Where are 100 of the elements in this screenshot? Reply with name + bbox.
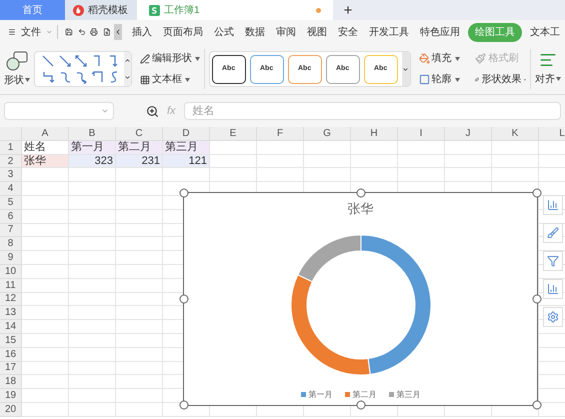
column-header[interactable]: A [22,127,69,141]
caret-icon[interactable] [25,78,30,82]
caret-icon[interactable] [184,78,190,82]
row-header[interactable]: 20 [0,402,22,417]
legend-label: 第一月 [308,388,332,400]
chart-tool-button[interactable] [543,279,563,299]
table-cell [445,140,492,155]
undo-icon[interactable] [78,26,86,38]
row-header[interactable]: 12 [0,292,22,306]
row-header[interactable]: 4 [0,182,22,196]
chart-tool-button[interactable] [543,195,563,215]
resize-handle[interactable] [532,294,542,304]
row-header[interactable]: 1 [0,140,22,155]
shape-button[interactable]: 形状 [4,50,30,88]
connector-icon[interactable] [41,70,55,84]
text-box-button[interactable]: 文本框 [140,72,200,87]
zoom-icon[interactable] [146,104,159,118]
chart-tool-button[interactable] [543,307,563,327]
caret-icon[interactable] [454,78,460,82]
chart-tool-button[interactable] [543,223,563,243]
dropdown-icon [101,107,109,115]
edit-shape-button[interactable]: 编辑形状 [140,51,200,66]
scroll-down-icon[interactable] [124,74,131,81]
table-cell [69,334,116,348]
row-header[interactable]: 6 [0,210,22,224]
connector-icon[interactable] [41,54,55,68]
resize-handle[interactable] [532,188,542,198]
row-header[interactable]: 2 [0,154,22,168]
scroll-up-icon[interactable] [124,57,131,64]
menu-tab[interactable]: 文本工 [525,24,565,40]
chart-tool-button[interactable] [543,251,563,271]
column-header[interactable]: B [69,127,116,141]
resize-handle[interactable] [356,400,365,410]
column-header[interactable]: D [163,127,210,141]
menu-tab[interactable]: 视图 [302,24,332,40]
align-label: 对齐 [535,72,562,87]
menu-tab[interactable]: 页面布局 [158,24,208,40]
fill-button[interactable]: 填充 [418,51,470,66]
table-cell [22,210,69,224]
row-header[interactable]: 3 [0,168,22,182]
column-header[interactable]: J [445,127,492,141]
column-header[interactable]: E [210,127,257,141]
row-header[interactable]: 19 [0,389,22,403]
square-icon [418,74,430,85]
column-header[interactable]: C [116,127,163,141]
column-header[interactable]: G [304,127,351,141]
more-icon[interactable] [402,66,410,72]
row-header[interactable]: 10 [0,264,22,279]
connector-icon[interactable] [58,54,72,68]
row-header[interactable]: 16 [0,348,22,362]
row-header[interactable]: 18 [0,375,22,390]
connector-gallery[interactable] [34,51,132,87]
save-icon[interactable] [64,26,73,38]
table-cell [22,292,69,306]
preview-icon[interactable] [103,26,112,38]
row-header[interactable]: 9 [0,251,22,265]
table-cell: 第二月 [116,140,163,155]
tab[interactable]: 工作簿1 [137,0,333,20]
menu-tab[interactable]: 开发工具 [364,24,414,40]
menu-tab[interactable]: 数据 [240,24,270,40]
row-header[interactable]: 13 [0,306,22,320]
table-cell [22,348,69,362]
resize-handle[interactable] [180,294,188,304]
menu-tab[interactable]: 公式 [209,24,240,40]
column-header[interactable]: L [539,127,565,141]
resize-handle[interactable] [532,400,542,410]
new-tab-button[interactable]: + [333,0,363,20]
column-header[interactable]: F [257,127,304,141]
row-header[interactable]: 15 [0,334,22,348]
connector-icon[interactable] [74,54,88,68]
file-menu[interactable]: 文件 [20,24,41,40]
connector-icon[interactable] [74,70,88,84]
row-header[interactable]: 11 [0,278,22,293]
shape-effects-button[interactable]: 形状效果 [475,72,526,87]
resize-handle[interactable] [356,188,365,198]
row-header[interactable]: 17 [0,362,22,376]
table-cell [69,375,116,390]
outline-button[interactable]: 轮廓 [418,72,470,87]
table-cell [69,237,116,252]
resize-handle[interactable] [180,400,188,410]
menu-tab[interactable]: 特色应用 [415,24,466,40]
menu-tab[interactable]: 插入 [127,24,158,40]
caret-icon[interactable] [194,56,200,60]
menu-tab[interactable]: 审阅 [271,24,302,40]
align-button[interactable]: 对齐 [535,51,562,87]
tab[interactable]: 稻壳模板 [65,0,137,20]
row-header[interactable]: 8 [0,237,22,252]
column-header[interactable]: H [351,127,398,141]
connector-icon[interactable] [90,70,105,84]
table-cell [257,154,304,168]
row-header[interactable]: 5 [0,196,22,210]
printer-icon[interactable] [90,26,98,38]
caret-icon[interactable] [454,56,460,60]
caret-icon[interactable] [556,77,562,82]
row-header[interactable]: 14 [0,320,22,334]
row-header[interactable]: 7 [0,224,22,238]
column-header[interactable]: I [398,127,445,141]
menu-tab[interactable]: 安全 [333,24,364,40]
column-header[interactable]: K [492,127,539,141]
resize-handle[interactable] [180,188,188,198]
